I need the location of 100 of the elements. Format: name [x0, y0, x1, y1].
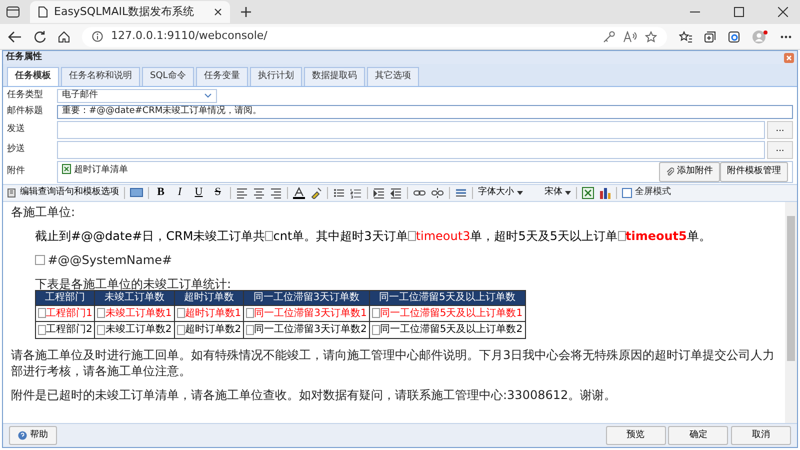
tab[interactable]: 执行计划: [250, 67, 302, 86]
column-header: 超时订单数: [174, 290, 244, 306]
dialog-button[interactable]: 取消: [731, 426, 791, 446]
align-left-icon[interactable]: [236, 186, 248, 198]
dialog-button[interactable]: 预览: [606, 426, 666, 446]
horizontal-rule-icon[interactable]: [454, 188, 467, 198]
italic-button[interactable]: I: [172, 186, 187, 200]
broken-image-icon: [97, 324, 106, 335]
url-text: 127.0.0.1:9110/webconsole/: [111, 28, 268, 44]
greeting-text: 各施工单位:: [11, 204, 76, 220]
broken-image-icon: [176, 308, 185, 318]
broken-image-icon: [246, 324, 254, 335]
summary-text: 单，超时5天及5天以上订单: [470, 228, 618, 243]
dialog-title: 任务属性: [6, 50, 42, 64]
browse-button[interactable]: ...: [767, 140, 793, 158]
field-label: 发送: [7, 122, 26, 136]
select-field[interactable]: 电子邮件: [57, 88, 217, 102]
browse-button[interactable]: ...: [767, 120, 793, 138]
font-size-dropdown[interactable]: 字体大小: [478, 186, 522, 200]
page-icon: [38, 6, 48, 18]
back-icon[interactable]: [8, 30, 22, 42]
browser-tab[interactable]: EasySQLMAIL数据发布系统: [30, 1, 230, 23]
font-dropdown[interactable]: 宋体: [544, 186, 572, 200]
home-icon[interactable]: [58, 30, 70, 42]
profile-avatar-icon[interactable]: [752, 30, 768, 44]
close-icon[interactable]: [214, 8, 222, 16]
tab[interactable]: 任务模板: [7, 67, 59, 86]
summary-text: 截止到#@@date#日，CRM未竣工订单共: [35, 228, 266, 243]
attachment-template-button[interactable]: 附件模板管理: [720, 162, 788, 182]
tab[interactable]: SQL命令: [142, 67, 194, 86]
input-field[interactable]: 重要：#@@date#CRM未竣工订单情况，请阅。: [57, 104, 793, 118]
text-color-icon[interactable]: [292, 186, 305, 198]
broken-image-icon: [176, 324, 185, 335]
excel-icon[interactable]: [582, 186, 594, 198]
broken-image-icon: [246, 308, 254, 318]
table-cell: 未竣工订单数2: [97, 324, 172, 336]
broken-image-icon: [38, 324, 46, 335]
strikethrough-button[interactable]: S: [210, 186, 225, 200]
tab[interactable]: 任务名称和说明: [61, 67, 140, 86]
tab[interactable]: 其它选项: [366, 67, 419, 86]
field-label: 附件: [7, 164, 26, 178]
help-button[interactable]: 帮助: [9, 426, 57, 446]
outdent-icon[interactable]: [390, 186, 402, 198]
edit-query-button[interactable]: 编辑查询语句和模板选项: [7, 186, 119, 200]
checkbox-label: 全屏模式: [635, 186, 671, 199]
refresh-icon[interactable]: [34, 30, 46, 42]
table-cell: 工程部门1: [38, 308, 92, 319]
summary-text: 单。: [686, 228, 711, 243]
maximize-icon[interactable]: [734, 7, 744, 17]
body-paragraph: 附件是已超时的未竣工订单清单，请各施工单位查收。如对数据有疑问，请联系施工管理中心:33008612。谢谢。: [11, 387, 618, 404]
caret-icon: [565, 190, 572, 194]
broken-image-icon: [408, 231, 416, 242]
broken-image-icon: [35, 254, 45, 265]
bar-chart-icon[interactable]: [599, 186, 612, 198]
broken-image-alt-text: cnt: [265, 228, 292, 243]
paperclip-icon: [666, 167, 674, 176]
align-center-icon[interactable]: [252, 186, 265, 198]
attachment-item[interactable]: 超时订单清单: [74, 164, 128, 177]
key-icon[interactable]: [603, 30, 615, 42]
input-field[interactable]: [57, 140, 765, 158]
column-header: 同一工位滞留3天订单数: [244, 290, 370, 306]
indent-icon[interactable]: [372, 186, 385, 198]
scrollbar[interactable]: [785, 202, 797, 423]
table-cell: 超时订单数1: [176, 308, 242, 319]
tab-actions-icon[interactable]: [6, 5, 20, 19]
close-icon[interactable]: [778, 7, 788, 17]
tab[interactable]: 数据提取码: [304, 67, 365, 86]
input-field[interactable]: [57, 120, 765, 138]
favorite-add-icon[interactable]: [645, 30, 657, 42]
bold-button[interactable]: B: [154, 186, 168, 200]
column-header: 工程部门: [36, 290, 95, 306]
collections-icon[interactable]: [704, 30, 716, 42]
highlight-icon[interactable]: [310, 186, 322, 198]
variable-text: #@@SystemName#: [48, 252, 172, 268]
underline-button[interactable]: U: [192, 186, 206, 200]
align-right-icon[interactable]: [270, 186, 282, 198]
checkbox[interactable]: [622, 188, 632, 198]
field-label: 抄送: [7, 142, 26, 156]
new-tab-icon[interactable]: [240, 6, 252, 18]
tab[interactable]: 任务变量: [196, 67, 248, 86]
script-icon: [7, 188, 17, 198]
numbered-list-icon[interactable]: [350, 186, 362, 198]
link-icon[interactable]: [412, 188, 426, 198]
read-aloud-icon[interactable]: [623, 30, 637, 42]
broken-image-icon: [97, 308, 106, 318]
more-options-icon[interactable]: [780, 34, 792, 38]
table-intro-text: 下表是各施工单位的未竣工订单统计:: [35, 276, 232, 292]
dialog-button[interactable]: 确定: [668, 426, 728, 446]
table-cell: 工程部门2: [38, 324, 92, 336]
column-header: 未竣工订单数: [94, 290, 174, 306]
chevron-down-icon: [204, 93, 212, 98]
table-cell: 同一工位滞留3天订单数2: [246, 324, 367, 336]
table-cell: 同一工位滞留3天订单数1: [246, 308, 367, 319]
add-attachment-button[interactable]: 添加附件: [659, 162, 720, 182]
bulleted-list-icon[interactable]: [332, 186, 345, 198]
table-cell: 同一工位滞留5天及以上订单数1: [372, 308, 523, 319]
browser-essentials-icon[interactable]: [728, 30, 740, 42]
unlink-icon[interactable]: [430, 186, 444, 198]
address-bar[interactable]: 127.0.0.1:9110/webconsole/: [82, 26, 667, 46]
favorites-icon[interactable]: [679, 30, 692, 42]
